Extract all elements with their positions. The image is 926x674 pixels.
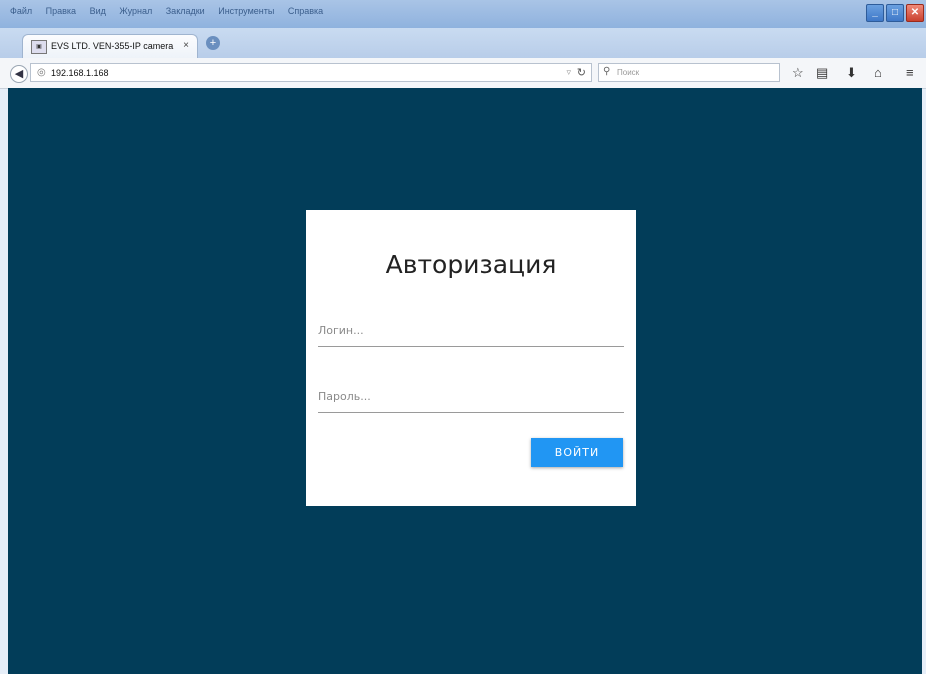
search-bar[interactable]: ⚲ Поиск xyxy=(598,63,780,82)
menu-tools[interactable]: Инструменты xyxy=(218,6,274,16)
menu-bookmarks[interactable]: Закладки xyxy=(166,6,205,16)
minimize-button[interactable]: _ xyxy=(866,4,884,22)
new-tab-button[interactable]: + xyxy=(206,36,220,50)
menu-hamburger-icon[interactable]: ≡ xyxy=(906,65,914,81)
home-icon[interactable]: ⌂ xyxy=(874,65,882,81)
login-field[interactable] xyxy=(318,316,624,347)
url-dropdown-icon[interactable]: ▿ xyxy=(566,67,571,78)
menu-bar: Файл Правка Вид Журнал Закладки Инструме… xyxy=(10,6,334,16)
menu-history[interactable]: Журнал xyxy=(119,6,152,16)
page-content: Авторизация ВОЙТИ xyxy=(8,88,922,674)
login-title: Авторизация xyxy=(385,250,557,279)
search-icon: ⚲ xyxy=(603,66,611,77)
address-bar[interactable]: ◎ 192.168.1.168 ▿ ↻ xyxy=(30,63,592,82)
tab-title: EVS LTD. VEN-355-IP camera xyxy=(51,41,174,51)
reload-icon[interactable]: ↻ xyxy=(577,66,586,79)
tab-strip: ▣ EVS LTD. VEN-355-IP camera × xyxy=(0,28,926,58)
menu-help[interactable]: Справка xyxy=(288,6,323,16)
camera-favicon-icon: ▣ xyxy=(31,40,47,54)
window-controls: _ □ ✕ xyxy=(866,4,924,22)
menu-view[interactable]: Вид xyxy=(90,6,106,16)
maximize-button[interactable]: □ xyxy=(886,4,904,22)
title-bar: Файл Правка Вид Журнал Закладки Инструме… xyxy=(0,0,926,28)
password-input[interactable] xyxy=(318,382,624,410)
password-field[interactable] xyxy=(318,382,624,413)
menu-edit[interactable]: Правка xyxy=(46,6,76,16)
close-window-button[interactable]: ✕ xyxy=(906,4,924,22)
globe-icon: ◎ xyxy=(37,67,46,78)
login-card: Авторизация ВОЙТИ xyxy=(306,210,636,506)
url-text: 192.168.1.168 xyxy=(51,68,109,78)
back-arrow-icon: ◀ xyxy=(14,68,24,80)
bookmark-star-icon[interactable]: ☆ xyxy=(792,65,804,81)
bookmarks-list-icon[interactable]: ▤ xyxy=(816,65,828,81)
menu-file[interactable]: Файл xyxy=(10,6,32,16)
browser-window: Файл Правка Вид Журнал Закладки Инструме… xyxy=(0,0,926,674)
login-input[interactable] xyxy=(318,316,624,344)
navigation-bar: ◀ ◎ 192.168.1.168 ▿ ↻ ⚲ Поиск ☆ ▤ ⬇ ⌂ ≡ xyxy=(0,58,926,89)
login-button[interactable]: ВОЙТИ xyxy=(531,438,623,467)
tab-camera[interactable]: ▣ EVS LTD. VEN-355-IP camera × xyxy=(22,34,198,58)
back-button[interactable]: ◀ xyxy=(10,65,28,83)
search-placeholder: Поиск xyxy=(617,68,640,77)
downloads-icon[interactable]: ⬇ xyxy=(846,65,857,81)
tab-close-icon[interactable]: × xyxy=(183,40,189,51)
